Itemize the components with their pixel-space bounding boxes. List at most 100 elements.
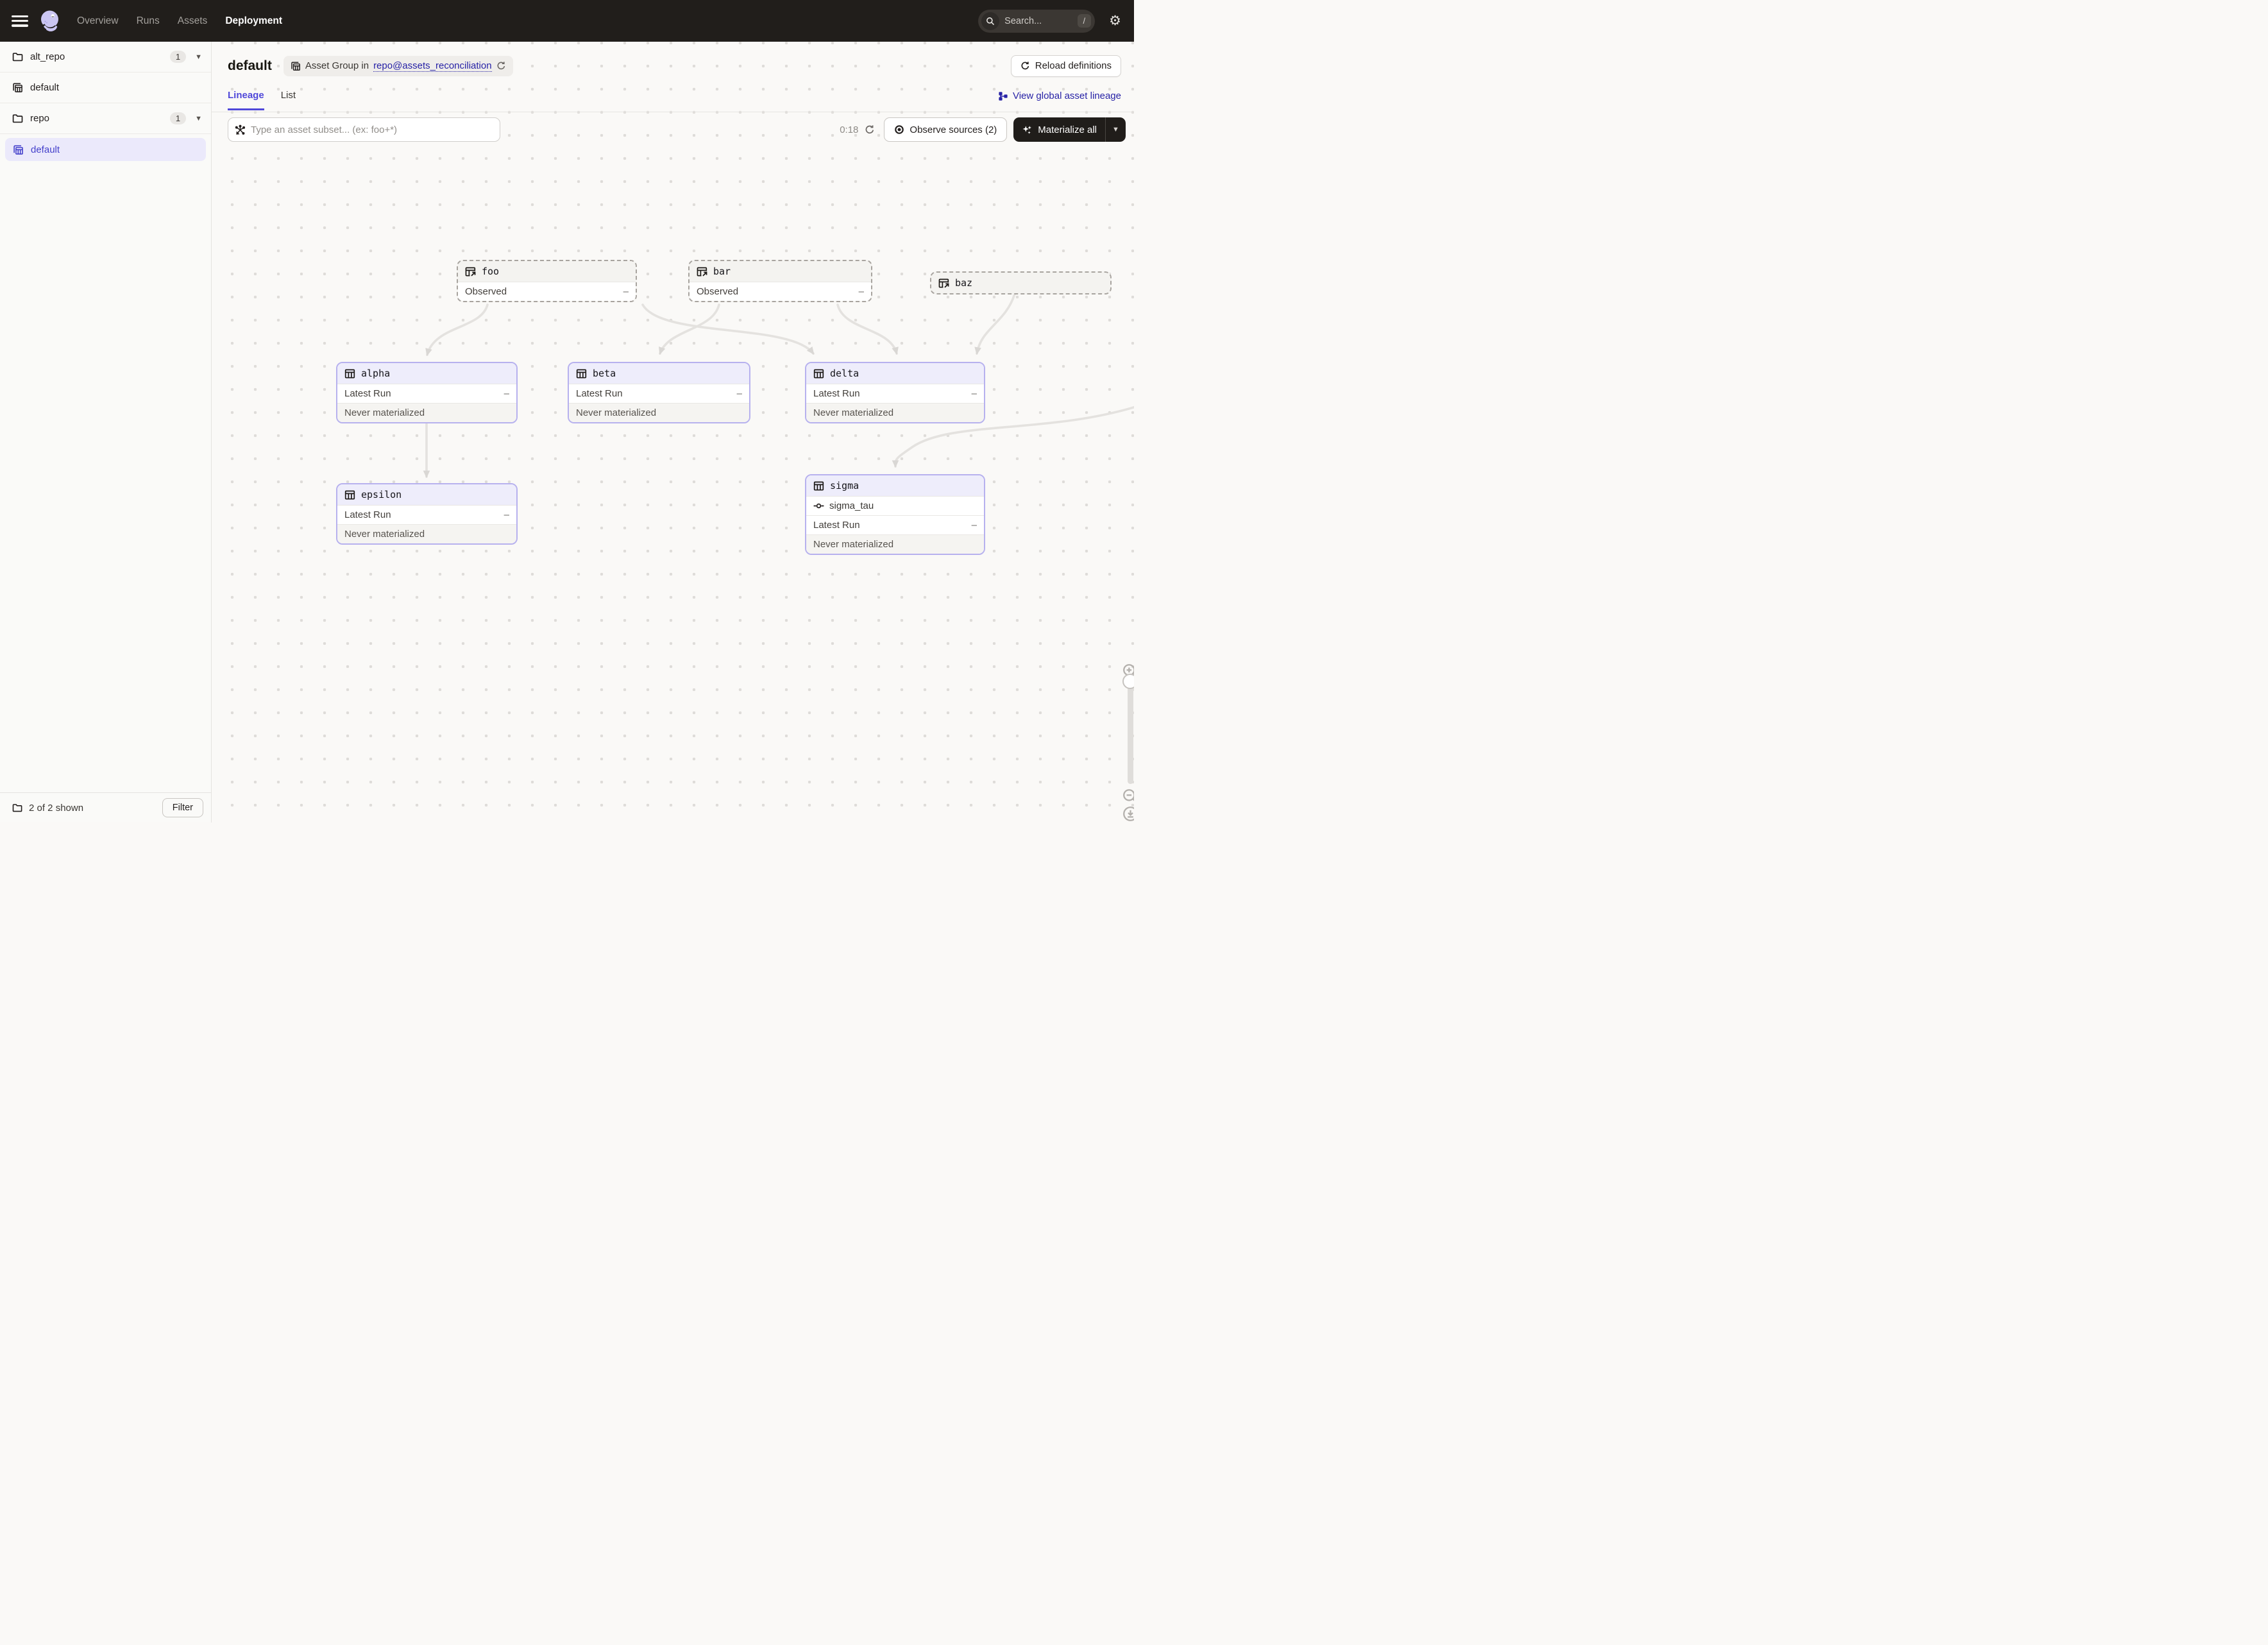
sidebar-item-repo-location[interactable]: repo1▼ xyxy=(0,103,211,134)
nav-item-assets[interactable]: Assets xyxy=(178,15,208,27)
dagster-logo[interactable] xyxy=(38,9,63,33)
view-global-asset-lineage-label: View global asset lineage xyxy=(1013,90,1121,101)
chevron-down-icon[interactable]: ▼ xyxy=(195,53,202,61)
search-placeholder: Search... xyxy=(1004,16,1077,26)
asset-table-icon xyxy=(813,368,824,379)
edge-foo-delta xyxy=(643,305,813,354)
zoom-slider-handle[interactable] xyxy=(1122,674,1134,689)
asset-table-icon xyxy=(576,368,587,379)
materialize-all-button[interactable]: Materialize all ▼ xyxy=(1013,117,1126,142)
asset-node-header: alpha xyxy=(337,363,516,384)
sidebar-item-default-group[interactable]: default xyxy=(0,72,211,103)
repo-link[interactable]: repo@assets_reconciliation xyxy=(373,60,492,72)
asset-node-alpha[interactable]: alphaLatest Run–Never materialized xyxy=(336,362,518,423)
page-title: default xyxy=(228,58,272,74)
edge-foo-alpha xyxy=(427,305,487,355)
asset-node-beta[interactable]: betaLatest Run–Never materialized xyxy=(568,362,750,423)
edge-bar-delta xyxy=(838,305,897,354)
sidebar-item-label: repo xyxy=(30,113,170,124)
asset-row-latest-run: Latest Run– xyxy=(806,384,984,403)
nav-item-deployment[interactable]: Deployment xyxy=(225,15,282,27)
nav-item-runs[interactable]: Runs xyxy=(137,15,160,27)
asset-name: sigma xyxy=(830,480,859,491)
reload-definitions-button[interactable]: Reload definitions xyxy=(1011,55,1121,77)
lineage-graph-icon xyxy=(998,91,1008,101)
fit-view-icon[interactable] xyxy=(1122,805,1135,822)
asset-node-header: foo xyxy=(458,261,636,282)
settings-gear-icon[interactable]: ⚙ xyxy=(1109,14,1121,28)
observe-sources-button[interactable]: Observe sources (2) xyxy=(884,117,1007,142)
global-search[interactable]: Search... / xyxy=(978,10,1095,33)
zoom-slider[interactable] xyxy=(1128,681,1133,784)
asset-name: epsilon xyxy=(361,489,402,500)
asset-node-baz[interactable]: baz xyxy=(930,271,1112,294)
zoom-out-icon[interactable] xyxy=(1122,788,1135,805)
materialize-sparkle-icon xyxy=(1022,124,1033,135)
asset-name: alpha xyxy=(361,368,390,379)
asset-name: bar xyxy=(713,266,731,277)
materialize-dropdown-caret[interactable]: ▼ xyxy=(1105,117,1126,142)
reload-definitions-label: Reload definitions xyxy=(1035,60,1112,71)
asset-table-icon xyxy=(344,490,355,500)
nav-item-overview[interactable]: Overview xyxy=(77,15,119,27)
asset-node-sigma[interactable]: sigma sigma_tauLatest Run–Never materiali… xyxy=(805,474,985,555)
asset-group-tag: Asset Group in repo@assets_reconciliatio… xyxy=(284,56,513,76)
asset-subset-input[interactable] xyxy=(251,124,493,135)
tab-lineage[interactable]: Lineage xyxy=(228,90,264,110)
observe-eye-icon xyxy=(894,124,904,135)
asset-node-bar[interactable]: bar Observed– xyxy=(688,260,872,302)
graph-toolbar: 0:18 Observe sources (2) xyxy=(228,117,1126,142)
page-header: default Asset Group in repo@assets_recon… xyxy=(212,42,1134,90)
asset-name: beta xyxy=(593,368,616,379)
asset-status-row: Never materialized xyxy=(806,534,984,554)
asset-check-icon xyxy=(813,500,824,511)
tab-list[interactable]: List xyxy=(281,90,296,108)
search-icon xyxy=(981,12,999,30)
asset-node-delta[interactable]: deltaLatest Run–Never materialized xyxy=(805,362,985,423)
asset-status-row: Never materialized xyxy=(337,524,516,543)
lineage-graph-canvas[interactable]: 0:18 Observe sources (2) xyxy=(212,112,1134,822)
asset-group-icon xyxy=(13,144,24,155)
asset-count-badge: 1 xyxy=(170,51,186,63)
asset-node-epsilon[interactable]: epsilonLatest Run–Never materialized xyxy=(336,483,518,545)
sidebar-item-alt_repo-location[interactable]: alt_repo1▼ xyxy=(0,42,211,72)
folder-icon xyxy=(12,803,22,813)
sidebar-footer: 2 of 2 shown Filter xyxy=(0,792,211,822)
refresh-timer: 0:18 xyxy=(840,124,858,135)
asset-group-tag-prefix: Asset Group in xyxy=(305,60,369,71)
hamburger-menu-icon[interactable] xyxy=(12,15,28,27)
asset-row-latest-run: Latest Run– xyxy=(569,384,749,403)
folder-icon xyxy=(12,51,23,62)
graph-refresh-icon[interactable] xyxy=(865,124,875,135)
asset-name: foo xyxy=(482,266,499,277)
view-tabs: Lineage List View global asset lineage xyxy=(212,90,1134,112)
source-asset-icon xyxy=(697,266,707,277)
asset-node-header: beta xyxy=(569,363,749,384)
observe-sources-label: Observe sources (2) xyxy=(910,124,997,135)
asset-row-observed: Observed– xyxy=(458,282,636,301)
asset-status-row: Never materialized xyxy=(337,403,516,422)
asset-node-foo[interactable]: foo Observed– xyxy=(457,260,637,302)
asset-check-row: sigma_tau xyxy=(806,496,984,515)
asset-row-observed: Observed– xyxy=(690,282,871,301)
asset-group-icon xyxy=(291,61,301,71)
sidebar-item-default-group[interactable]: default xyxy=(5,138,206,161)
shown-count-label: 2 of 2 shown xyxy=(29,803,162,814)
sidebar-list: alt_repo1▼defaultrepo1▼default xyxy=(0,42,211,792)
sidebar-item-label: default xyxy=(30,82,202,93)
asset-node-header: delta xyxy=(806,363,984,384)
asset-name: baz xyxy=(955,277,972,289)
asset-subset-filter[interactable] xyxy=(228,117,500,142)
asset-row-latest-run: Latest Run– xyxy=(806,515,984,534)
sidebar-item-label: default xyxy=(31,144,201,155)
search-shortcut-badge: / xyxy=(1078,14,1092,28)
filter-button[interactable]: Filter xyxy=(162,798,203,817)
source-asset-icon xyxy=(465,266,476,277)
source-asset-icon xyxy=(938,278,949,289)
reload-location-icon[interactable] xyxy=(496,61,506,71)
chevron-down-icon[interactable]: ▼ xyxy=(195,115,202,123)
view-global-asset-lineage-link[interactable]: View global asset lineage xyxy=(998,90,1121,101)
asset-status-row: Never materialized xyxy=(806,403,984,422)
asset-node-header: bar xyxy=(690,261,871,282)
dagster-app: Overview Runs Assets Deployment Search... /… xyxy=(0,0,1134,822)
